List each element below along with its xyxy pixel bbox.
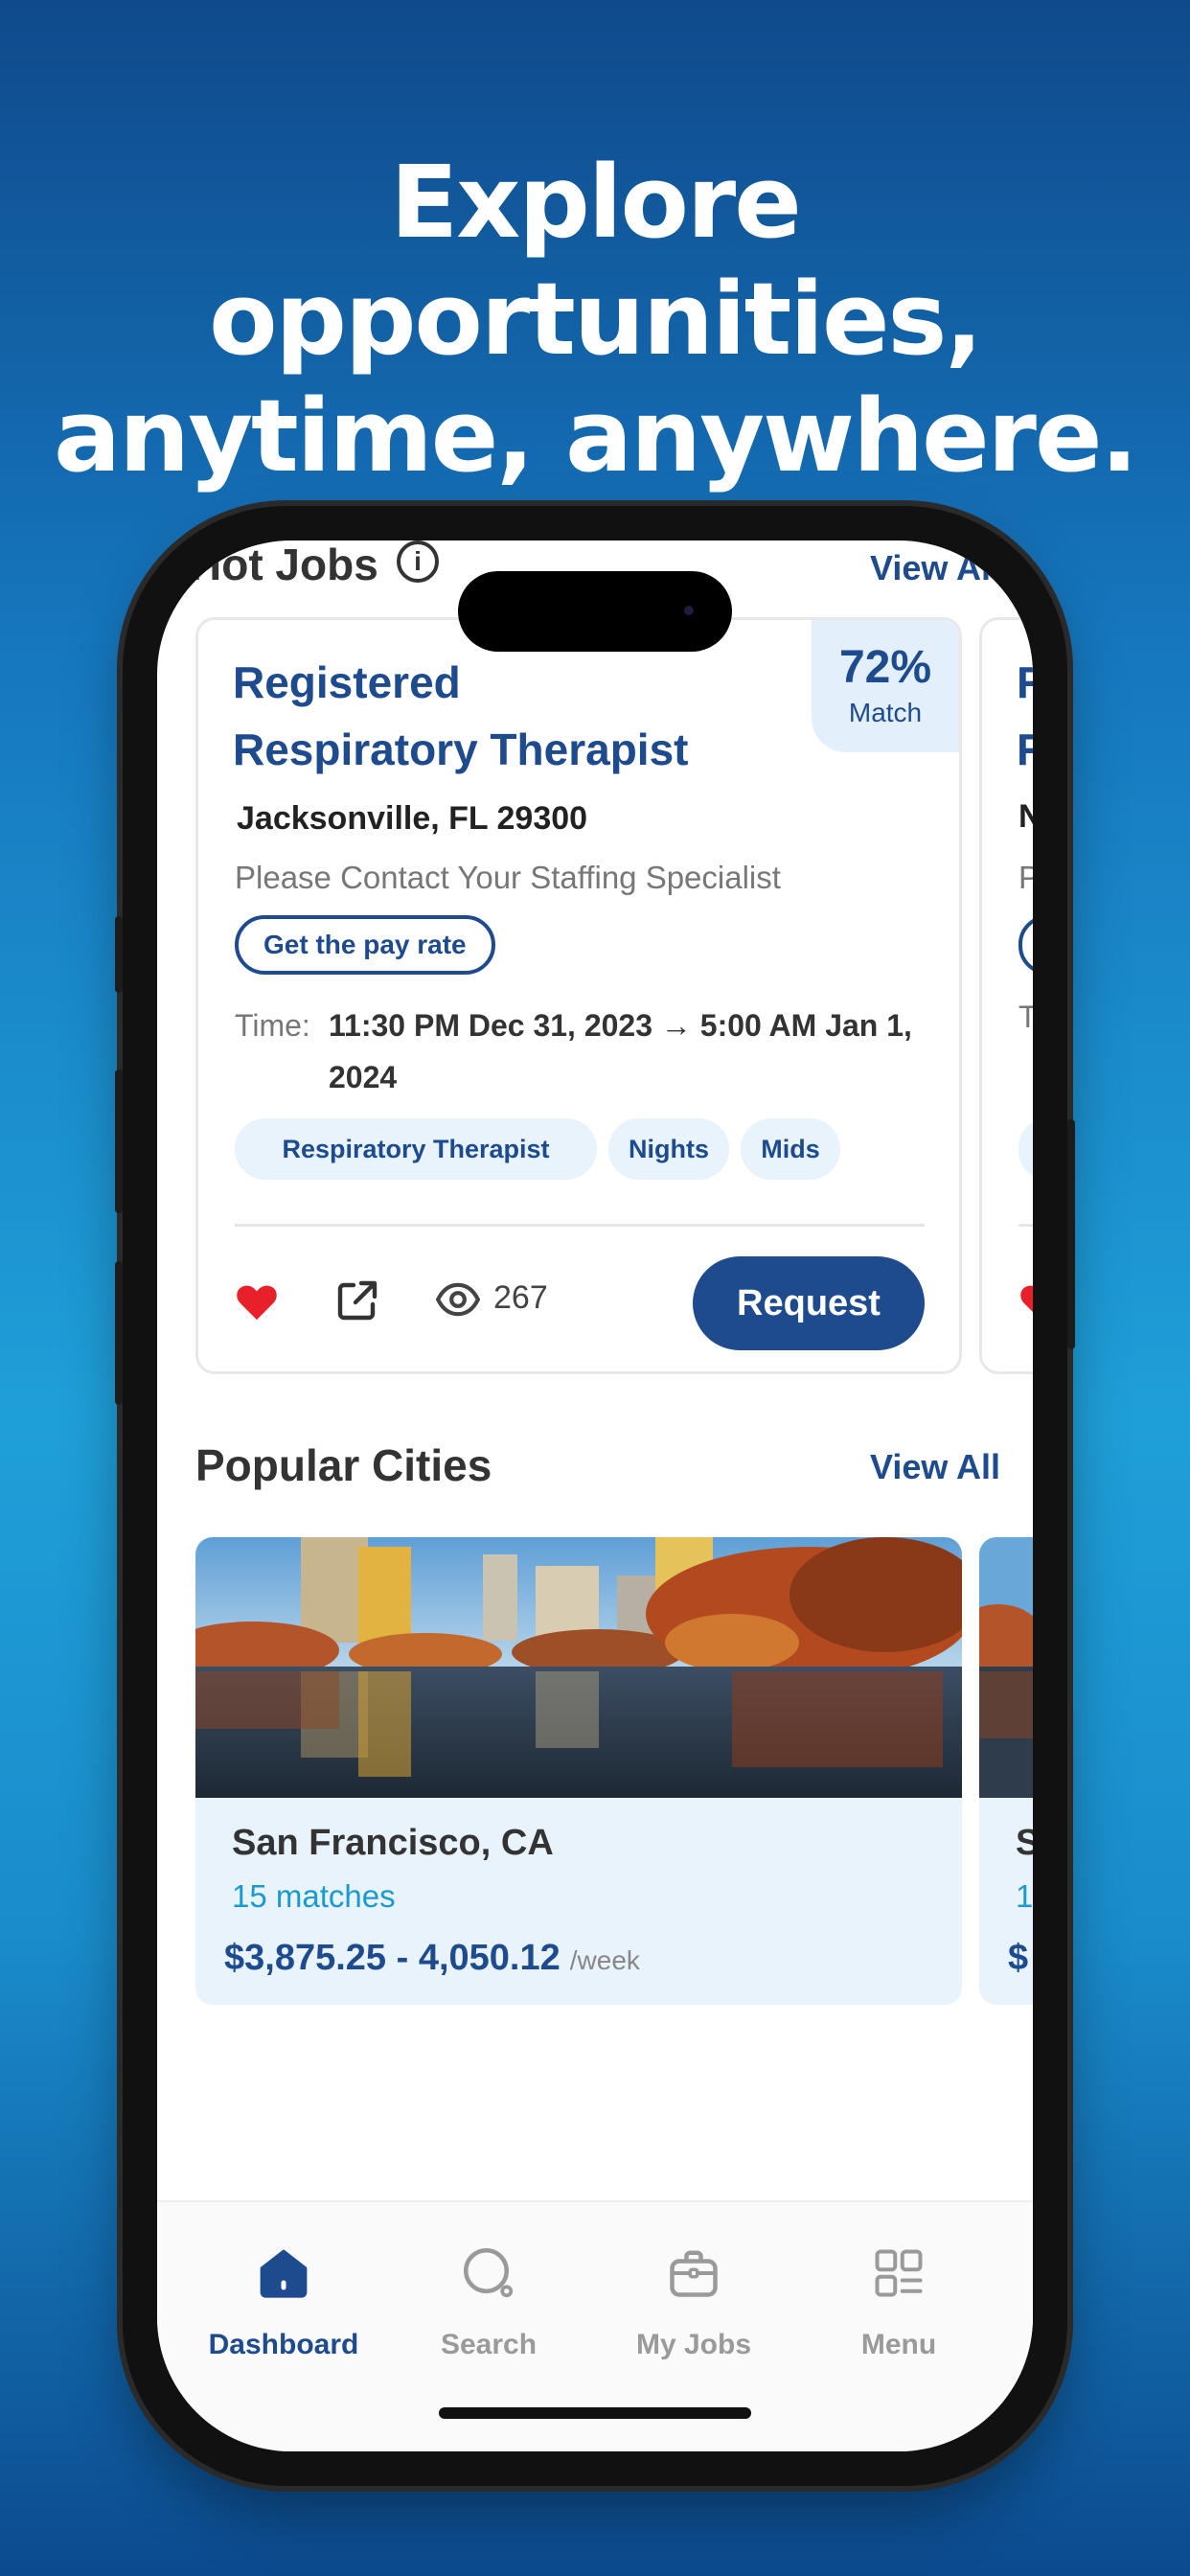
eye-icon [436, 1282, 480, 1317]
city-card-peek[interactable]: S 1 $ [979, 1537, 1033, 2005]
peek-pay-button[interactable] [1018, 915, 1033, 975]
job-card[interactable]: 72% Match Registered Respiratory Therapi… [195, 617, 962, 1374]
headline-line-2: anytime, anywhere. [54, 378, 1138, 494]
briefcase-icon [670, 2250, 718, 2297]
peek-job-title: R R [1017, 649, 1033, 783]
job-title-line-2: Respiratory Therapist [233, 724, 689, 774]
search-icon [464, 2248, 514, 2298]
power-button [1067, 1119, 1075, 1349]
heart-icon[interactable] [235, 1281, 279, 1322]
peek-tag [1018, 1118, 1033, 1180]
peek-divider [1018, 1224, 1033, 1227]
city-price: $3,875.25 - 4,050.12/week [224, 1938, 640, 1979]
tab-label-my-jobs: My Jobs [635, 2329, 752, 2360]
job-actions: 267 Request [235, 1253, 925, 1350]
tab-label-search: Search [440, 2329, 538, 2360]
tab-label-menu: Menu [860, 2329, 937, 2360]
popular-cities-title: Popular Cities [195, 1440, 492, 1490]
action-button [115, 916, 123, 993]
match-label: Match [848, 698, 923, 727]
peek-title-line-2: R [1017, 724, 1033, 774]
city-matches: 15 matches [232, 1878, 396, 1914]
city-card[interactable]: San Francisco, CA 15 matches $3,875.25 -… [195, 1537, 962, 2005]
time-label: Time: [235, 1008, 310, 1043]
popular-cities-header: Popular Cities View All [157, 1439, 1033, 1497]
view-count: 267 [493, 1279, 548, 1316]
tag-shift-nights: Nights [608, 1118, 729, 1180]
card-divider [235, 1224, 925, 1227]
headline: Explore opportunities, anytime, anywhere… [0, 144, 1190, 494]
tab-menu[interactable]: Menu [803, 2237, 995, 2371]
peek-city-price: $ [1008, 1938, 1029, 1978]
request-button[interactable]: Request [693, 1256, 925, 1350]
tab-dashboard[interactable]: Dashboard [188, 2237, 379, 2371]
peek-job-contact: P [1018, 860, 1033, 895]
job-title: Registered Respiratory Therapist [233, 649, 769, 783]
job-contact-text: Please Contact Your Staffing Specialist [235, 860, 781, 895]
grid-menu-icon [875, 2249, 923, 2297]
info-icon[interactable]: i [397, 540, 439, 583]
home-icon [260, 2249, 308, 2298]
tag-specialty: Respiratory Therapist [235, 1118, 597, 1180]
headline-line-1: Explore opportunities, [209, 144, 983, 378]
dynamic-island [458, 571, 732, 652]
popular-cities-view-all-link[interactable]: View All [870, 1447, 1000, 1487]
city-skyline-image [195, 1537, 962, 1798]
phone-frame: Hot Jobs i View All 72% Match Registered… [115, 506, 1075, 2486]
city-price-range: $3,875.25 - 4,050.12 [224, 1938, 561, 1978]
peek-city-name: S [1016, 1823, 1033, 1863]
tab-label-dashboard: Dashboard [208, 2329, 359, 2360]
share-icon[interactable] [334, 1277, 380, 1323]
job-location: Jacksonville, FL 29300 [237, 800, 588, 837]
match-percent: 72% [838, 642, 932, 693]
match-badge: 72% Match [812, 620, 959, 752]
get-pay-rate-button[interactable]: Get the pay rate [235, 915, 495, 975]
time-value: 11:30 PM Dec 31, 2023 → 5:00 AM Jan 1, 2… [329, 1008, 912, 1094]
peek-city-matches: 1 [1016, 1878, 1033, 1914]
phone-screen: Hot Jobs i View All 72% Match Registered… [157, 540, 1033, 2451]
tab-search[interactable]: Search [393, 2237, 584, 2371]
hot-jobs-view-all-link[interactable]: View All [870, 548, 1000, 588]
job-card-peek[interactable]: R R N P T [979, 617, 1033, 1374]
volume-down-button [115, 1261, 123, 1405]
city-name: San Francisco, CA [232, 1823, 554, 1863]
home-indicator[interactable] [439, 2407, 751, 2419]
peek-job-location: N [1018, 798, 1033, 835]
peek-time-label: T [1018, 1000, 1033, 1034]
peek-city-image [979, 1537, 1033, 1798]
volume-up-button [115, 1070, 123, 1213]
city-price-unit: /week [569, 1945, 640, 1975]
peek-title-line-1: R [1017, 657, 1033, 707]
tab-my-jobs[interactable]: My Jobs [598, 2237, 790, 2371]
tag-shift-mids: Mids [741, 1118, 840, 1180]
peek-heart-icon[interactable] [1018, 1281, 1033, 1322]
job-title-line-1: Registered [233, 657, 461, 707]
hot-jobs-title: Hot Jobs [190, 540, 378, 589]
